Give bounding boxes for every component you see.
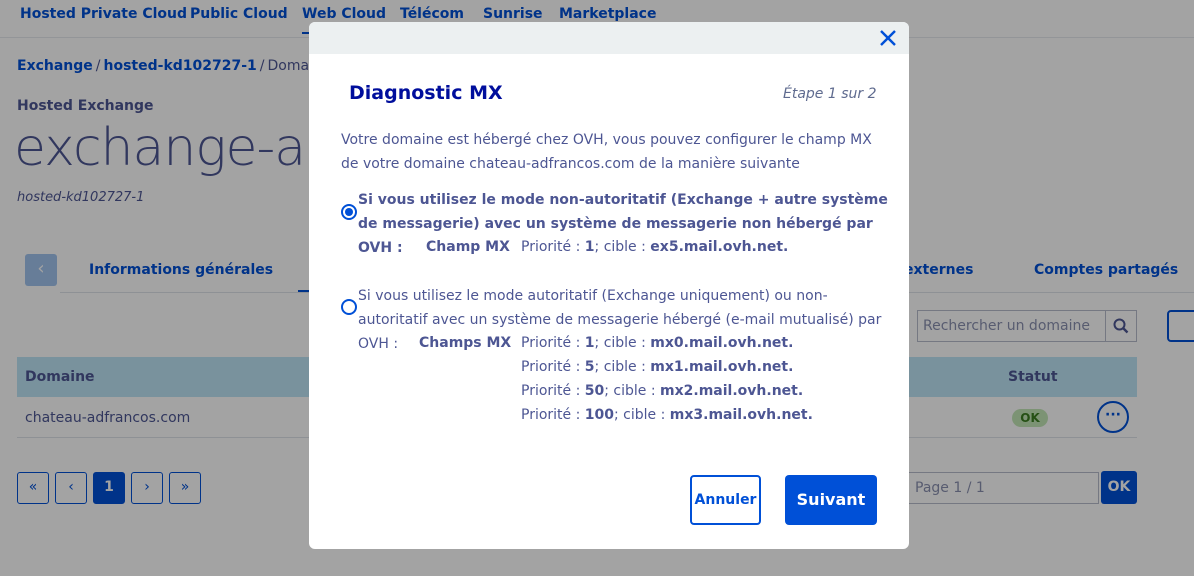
target-value: mx1.mail.ovh.net.: [650, 359, 794, 375]
mx-record: Priorité : 1; cible : ex5.mail.ovh.net.: [521, 239, 788, 255]
mx-record: Priorité : 50; cible : mx2.mail.ovh.net.: [521, 383, 803, 399]
mx-record: Priorité : 1; cible : mx0.mail.ovh.net.: [521, 335, 793, 351]
priority-value: 1: [584, 335, 595, 351]
modal-header-bar: [309, 22, 909, 54]
target-label: ; cible :: [614, 407, 666, 423]
priority-label: Priorité :: [521, 383, 581, 399]
modal-title: Diagnostic MX: [349, 82, 503, 104]
next-button[interactable]: Suivant: [785, 475, 877, 525]
priority-value: 1: [584, 239, 595, 255]
priority-label: Priorité :: [521, 359, 581, 375]
modal-step-indicator: Étape 1 sur 2: [783, 86, 877, 102]
target-label: ; cible :: [594, 335, 646, 351]
priority-value: 100: [584, 407, 615, 423]
priority-value: 50: [584, 383, 605, 399]
option-authoritative-radio[interactable]: [341, 299, 357, 315]
cancel-button[interactable]: Annuler: [690, 475, 761, 525]
diagnostic-mx-modal: Diagnostic MX Étape 1 sur 2 Votre domain…: [309, 22, 909, 549]
mx-field-label: Champ MX: [426, 239, 510, 255]
mx-fields-label: Champs MX: [419, 335, 512, 351]
target-label: ; cible :: [594, 239, 646, 255]
priority-label: Priorité :: [521, 335, 581, 351]
target-label: ; cible :: [594, 359, 646, 375]
target-value: mx0.mail.ovh.net.: [650, 335, 794, 351]
target-value: mx3.mail.ovh.net.: [669, 407, 813, 423]
target-label: ; cible :: [604, 383, 656, 399]
priority-label: Priorité :: [521, 239, 581, 255]
target-value: ex5.mail.ovh.net.: [650, 239, 789, 255]
mx-record: Priorité : 100; cible : mx3.mail.ovh.net…: [521, 407, 813, 423]
priority-value: 5: [584, 359, 595, 375]
target-value: mx2.mail.ovh.net.: [660, 383, 804, 399]
priority-label: Priorité :: [521, 407, 581, 423]
mx-record: Priorité : 5; cible : mx1.mail.ovh.net.: [521, 359, 793, 375]
modal-intro-text: Votre domaine est hébergé chez OVH, vous…: [341, 132, 872, 172]
option-non-authoritative-radio[interactable]: [341, 204, 357, 220]
close-icon[interactable]: [876, 26, 900, 50]
